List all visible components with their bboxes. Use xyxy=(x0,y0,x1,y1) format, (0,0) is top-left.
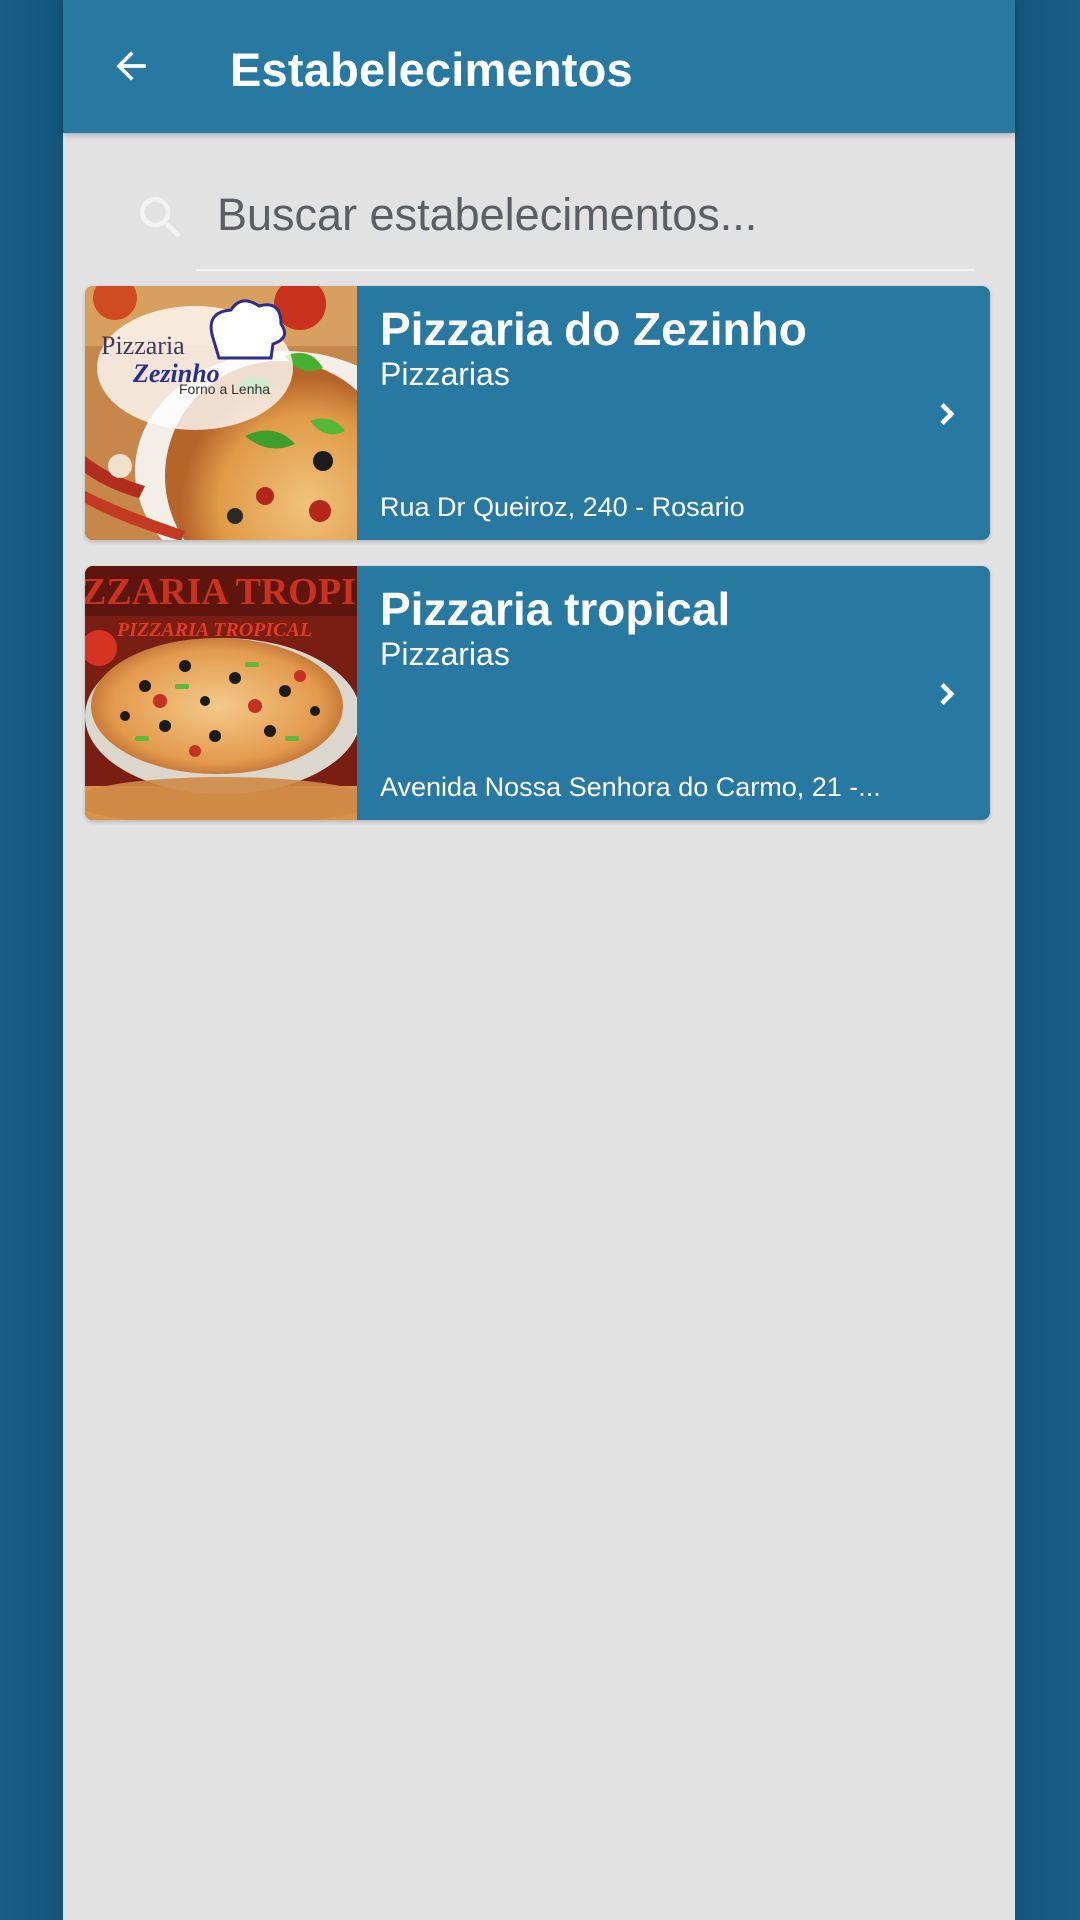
establishment-address: Avenida Nossa Senhora do Carmo, 21 -... xyxy=(380,772,881,802)
outer-edge-left xyxy=(0,0,63,1920)
establishment-card[interactable]: ZZARIA TROPI PIZZARIA TROPICAL Pizzaria … xyxy=(85,566,990,820)
search-icon xyxy=(140,197,181,238)
svg-text:Pizzaria: Pizzaria xyxy=(101,331,185,360)
image-logo-text: PIZZARIA TROPICAL xyxy=(116,619,312,641)
outer-edge-right xyxy=(1015,0,1080,1920)
search-underline xyxy=(196,269,974,271)
screen: Estabelecimentos Buscar estabelecimentos… xyxy=(63,0,1015,1920)
image-logo-text: ZZARIA TROPI xyxy=(85,571,356,613)
page-title: Estabelecimentos xyxy=(230,43,633,96)
search-bar xyxy=(133,180,987,270)
establishment-name: Pizzaria do Zezinho xyxy=(380,303,807,355)
back-button[interactable] xyxy=(101,36,161,96)
search-input[interactable] xyxy=(217,180,987,250)
chevron-right-icon xyxy=(940,403,955,425)
chevron-right-icon xyxy=(940,683,955,705)
establishment-address: Rua Dr Queiroz, 240 - Rosario xyxy=(380,492,745,522)
establishment-category: Pizzarias xyxy=(380,636,510,672)
establishment-card[interactable]: Pizzaria Zezinho Forno a Lenha Pizzaria … xyxy=(85,286,990,540)
svg-text:Forno a Lenha: Forno a Lenha xyxy=(179,381,270,397)
establishment-category: Pizzarias xyxy=(380,356,510,392)
app-bar: Estabelecimentos xyxy=(63,0,1015,133)
establishment-name: Pizzaria tropical xyxy=(380,583,731,635)
arrow-left-icon xyxy=(116,51,146,81)
establishment-image: ZZARIA TROPI PIZZARIA TROPICAL xyxy=(85,566,357,820)
establishment-image: Pizzaria Zezinho Forno a Lenha xyxy=(85,286,357,540)
